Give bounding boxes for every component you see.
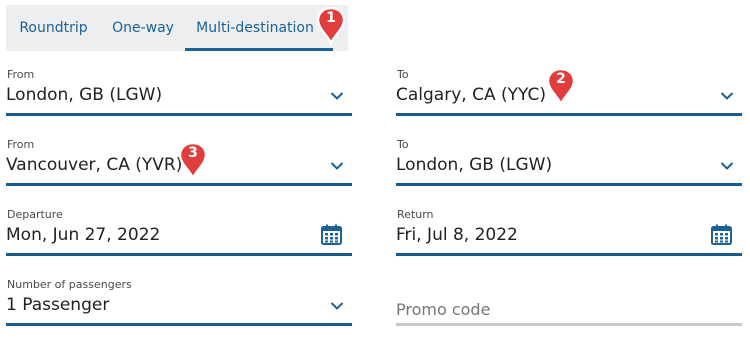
leg1-to-label: To bbox=[397, 68, 409, 81]
return-date-field[interactable]: Return Fri, Jul 8, 2022 bbox=[396, 208, 742, 256]
leg1-to-value: Calgary, CA (YYC) bbox=[396, 85, 546, 105]
return-value: Fri, Jul 8, 2022 bbox=[396, 225, 518, 245]
leg1-from-label: From bbox=[7, 68, 35, 81]
chevron-down-icon bbox=[720, 92, 734, 100]
marker-2: 2 bbox=[546, 67, 576, 107]
passengers-field[interactable]: Number of passengers 1 Passenger bbox=[6, 278, 352, 326]
tab-roundtrip[interactable]: Roundtrip bbox=[6, 5, 101, 51]
marker-number: 3 bbox=[188, 145, 198, 161]
leg2-from-value: Vancouver, CA (YVR) bbox=[6, 155, 183, 175]
departure-date-field[interactable]: Departure Mon, Jun 27, 2022 bbox=[6, 208, 352, 256]
marker-1: 1 bbox=[316, 6, 346, 46]
departure-value: Mon, Jun 27, 2022 bbox=[6, 225, 161, 245]
return-label: Return bbox=[397, 208, 434, 221]
marker-number: 1 bbox=[326, 10, 336, 26]
leg1-from-value: London, GB (LGW) bbox=[6, 85, 163, 105]
passengers-label: Number of passengers bbox=[7, 278, 132, 291]
chevron-down-icon bbox=[720, 162, 734, 170]
promo-code-placeholder: Promo code bbox=[396, 300, 491, 319]
leg2-from-label: From bbox=[7, 138, 35, 151]
departure-label: Departure bbox=[7, 208, 63, 221]
leg1-from-field[interactable]: From London, GB (LGW) bbox=[6, 68, 352, 116]
chevron-down-icon bbox=[330, 302, 344, 310]
marker-3: 3 bbox=[178, 141, 208, 181]
chevron-down-icon bbox=[330, 92, 344, 100]
tab-multi-destination[interactable]: Multi-destination bbox=[185, 5, 333, 51]
promo-code-field[interactable]: Promo code bbox=[396, 278, 742, 326]
trip-type-tabs: Roundtrip One-way Multi-destination bbox=[6, 5, 348, 51]
calendar-icon[interactable] bbox=[711, 224, 732, 245]
chevron-down-icon bbox=[330, 162, 344, 170]
passengers-value: 1 Passenger bbox=[6, 295, 110, 315]
leg2-to-label: To bbox=[397, 138, 409, 151]
calendar-icon[interactable] bbox=[321, 224, 342, 245]
tab-one-way[interactable]: One-way bbox=[101, 5, 185, 51]
leg2-to-field[interactable]: To London, GB (LGW) bbox=[396, 138, 742, 186]
marker-number: 2 bbox=[556, 71, 566, 87]
leg2-to-value: London, GB (LGW) bbox=[396, 155, 553, 175]
